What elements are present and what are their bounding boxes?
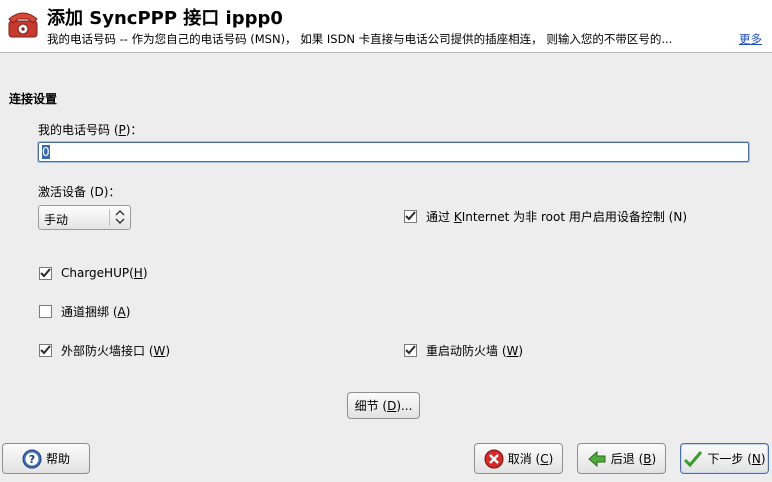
help-button-label: 帮助	[45, 452, 70, 466]
more-link[interactable]: 更多	[739, 31, 762, 47]
restart-firewall-checkbox[interactable]: 重启动防火墙 (W)	[404, 342, 523, 359]
checkmark-icon	[40, 267, 51, 277]
checkmark-icon	[405, 211, 416, 221]
activate-device-select[interactable]: 手动	[38, 205, 131, 230]
channel-bundling-label: 通道捆绑 (A)	[61, 305, 131, 319]
external-firewall-label: 外部防火墙接口 (W)	[61, 344, 171, 358]
kinternet-checkbox[interactable]: 通过 KInternet 为非 root 用户启用设备控制 (N)	[404, 208, 687, 225]
back-button-label: 后退 (B)	[610, 452, 657, 466]
checkbox-box	[404, 344, 417, 357]
cancel-button[interactable]: 取消 (C)	[474, 443, 563, 474]
combo-separator	[109, 209, 110, 226]
cancel-button-label: 取消 (C)	[507, 452, 554, 466]
kinternet-label: 通过 KInternet 为非 root 用户启用设备控制 (N)	[426, 210, 688, 224]
details-button[interactable]: 细节 (D)...	[347, 392, 420, 419]
next-button-label: 下一步 (N)	[707, 452, 766, 466]
phone-number-input[interactable]: 0	[38, 142, 749, 162]
help-icon: ?	[22, 449, 42, 468]
cancel-icon	[484, 449, 504, 468]
updown-arrows-icon	[115, 210, 125, 224]
checkbox-box	[404, 210, 417, 223]
checkmark-icon	[405, 345, 416, 355]
restart-firewall-label: 重启动防火墙 (W)	[426, 344, 524, 358]
back-button[interactable]: 后退 (B)	[577, 443, 666, 474]
channel-bundling-checkbox[interactable]: 通道捆绑 (A)	[39, 303, 130, 320]
back-arrow-icon	[588, 450, 606, 467]
phone-label: 我的电话号码 (P)：	[38, 123, 143, 137]
checkmark-icon	[40, 345, 51, 355]
activate-device-label: 激活设备 (D)：	[38, 185, 121, 199]
dialog-title: 添加 SyncPPP 接口 ippp0	[47, 8, 283, 29]
checkmark-icon	[684, 450, 703, 467]
activate-device-value: 手动	[44, 213, 69, 227]
help-button[interactable]: ? 帮助	[2, 443, 90, 474]
checkbox-box	[39, 344, 52, 357]
next-button[interactable]: 下一步 (N)	[680, 443, 769, 474]
checkbox-box	[39, 305, 52, 318]
details-button-label: 细节 (D)...	[354, 399, 413, 413]
chargehup-label: ChargeHUP(H)	[61, 266, 148, 280]
header-divider	[0, 52, 772, 53]
section-title: 连接设置	[9, 92, 58, 106]
external-firewall-checkbox[interactable]: 外部防火墙接口 (W)	[39, 342, 170, 359]
svg-text:?: ?	[29, 453, 35, 466]
chargehup-checkbox[interactable]: ChargeHUP(H)	[39, 266, 148, 280]
telephone-icon	[8, 12, 38, 38]
dialog-description: 我的电话号码 -- 作为您自己的电话号码 (MSN)， 如果 ISDN 卡直接与…	[47, 32, 673, 46]
phone-number-value: 0	[42, 145, 50, 159]
checkbox-box	[39, 266, 52, 280]
dialog-header: 添加 SyncPPP 接口 ippp0 我的电话号码 -- 作为您自己的电话号码…	[0, 0, 772, 52]
